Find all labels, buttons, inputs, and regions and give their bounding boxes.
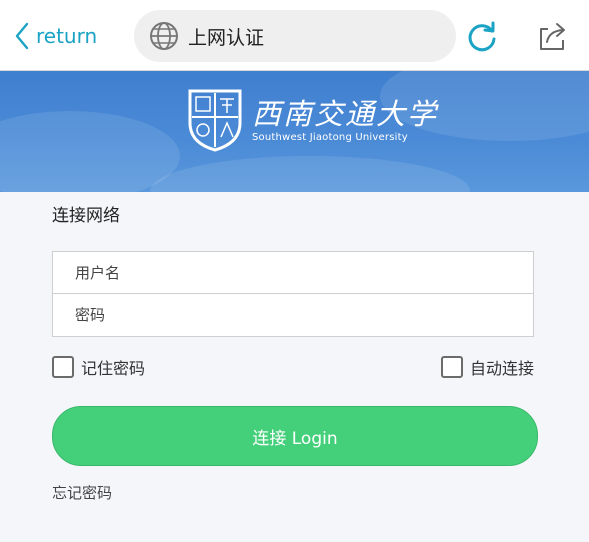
school-name-cn: 西南交通大学 — [252, 96, 439, 131]
banner-cloud — [150, 156, 470, 192]
forgot-password-link[interactable]: 忘记密码 — [52, 482, 112, 503]
auto-connect-label: 自动连接 — [470, 359, 535, 378]
password-input[interactable] — [53, 294, 533, 335]
back-label: return — [36, 24, 98, 48]
reload-icon[interactable] — [465, 20, 499, 54]
share-icon[interactable] — [536, 20, 568, 52]
remember-password-checkbox[interactable]: 记住密码 — [52, 355, 145, 379]
school-name: 西南交通大学 Southwest Jiaotong University — [252, 98, 438, 143]
university-crest-icon — [188, 89, 242, 152]
address-bar[interactable]: 上网认证 — [134, 10, 456, 62]
university-banner: 西南交通大学 Southwest Jiaotong University — [0, 71, 589, 192]
page-title: 连接网络 — [52, 206, 120, 226]
banner-cloud — [0, 111, 180, 192]
back-button[interactable]: return — [14, 18, 97, 54]
login-button[interactable]: 连接 Login — [52, 406, 538, 466]
browser-toolbar: return 上网认证 — [0, 0, 589, 71]
remember-password-label: 记住密码 — [81, 359, 146, 378]
back-chevron-icon — [15, 22, 29, 50]
school-name-en: Southwest Jiaotong University — [252, 131, 408, 143]
checkbox-box[interactable] — [52, 356, 74, 378]
checkbox-box[interactable] — [441, 356, 463, 378]
address-text: 上网认证 — [188, 26, 265, 49]
globe-icon — [150, 22, 178, 50]
university-logo: 西南交通大学 Southwest Jiaotong University — [186, 87, 438, 153]
auto-connect-checkbox[interactable]: 自动连接 — [441, 355, 534, 379]
username-input[interactable] — [53, 252, 533, 293]
credentials-box — [52, 251, 534, 337]
